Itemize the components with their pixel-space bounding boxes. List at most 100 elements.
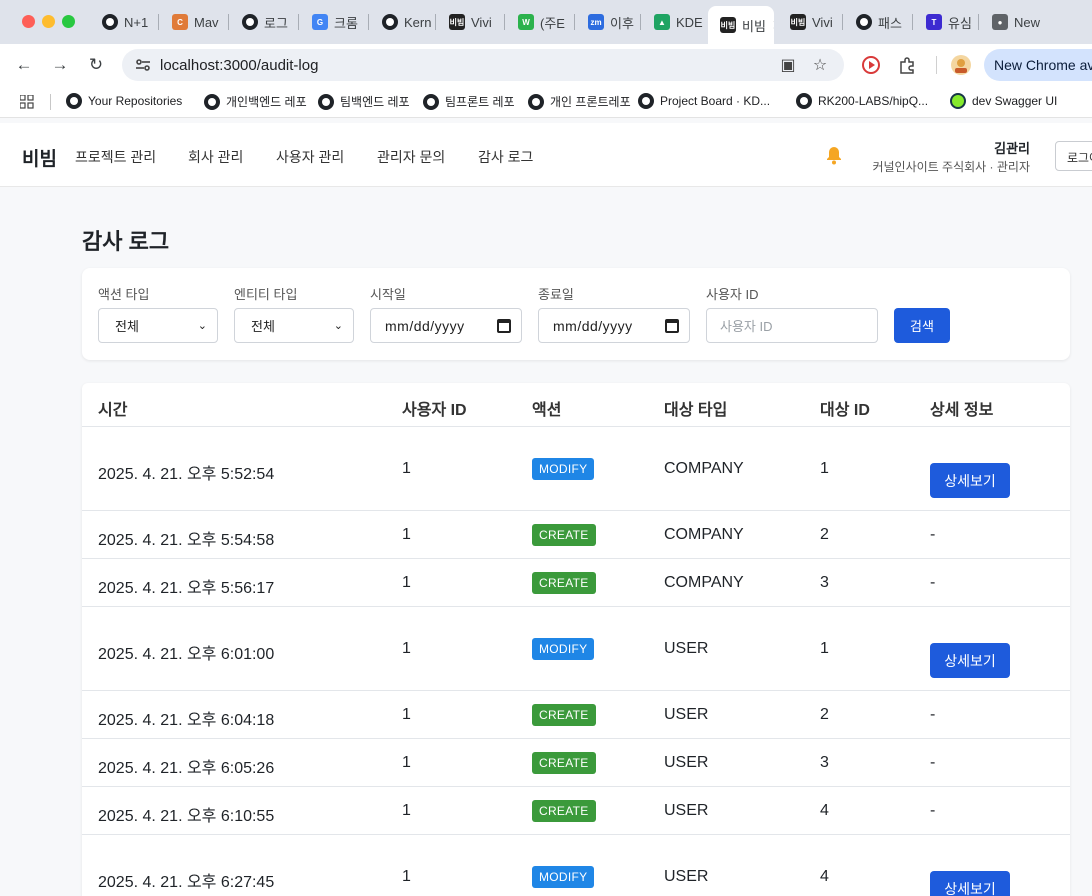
profile-avatar[interactable] — [950, 54, 972, 76]
browser-tab[interactable]: 비빔 비빔 ✕ — [708, 6, 774, 44]
browser-toolbar: ← → ↻ localhost:3000/audit-log ▣ ☆ New C… — [0, 44, 1092, 86]
browser-tab[interactable]: T 유심 — [914, 6, 978, 38]
browser-tab[interactable]: W (주E — [506, 6, 574, 38]
calendar-icon[interactable] — [665, 318, 679, 333]
bookmark-label: 팀프론트 레포 — [445, 95, 515, 109]
action-badge: MODIFY — [532, 638, 595, 660]
github-icon — [638, 93, 654, 109]
cell-time: 2025. 4. 21. 오후 6:01:00 — [98, 646, 275, 663]
cell-time: 2025. 4. 21. 오후 5:56:17 — [98, 580, 275, 597]
end-date-value: mm/dd/yyyy — [553, 317, 633, 334]
browser-tab[interactable]: 비빔 Vivi — [778, 6, 842, 38]
nav-admin-inquiry[interactable]: 관리자 문의 — [377, 147, 445, 167]
detail-button[interactable]: 상세보기 — [930, 871, 1010, 896]
action-badge: CREATE — [532, 572, 596, 594]
bookmarks-bar: Your Repositories 개인백엔드 레포 팀백엔드 레포 팀프론트 레포 개… — [0, 86, 1092, 118]
cell-detail-empty: - — [930, 754, 936, 771]
cell-detail-empty: - — [930, 526, 936, 543]
bookmark-star-icon[interactable]: ☆ — [810, 55, 830, 75]
bookmark-item[interactable]: 개인백엔드 레포 — [204, 93, 307, 110]
close-tab-icon[interactable]: ✕ — [772, 17, 774, 34]
detail-button[interactable]: 상세보기 — [930, 463, 1010, 498]
browser-tab[interactable]: C Mav — [160, 6, 228, 38]
bookmark-item[interactable]: Your Repositories — [66, 93, 182, 109]
bookmark-label: Your Repositories — [88, 94, 183, 108]
browser-tab[interactable]: 비빔 Vivi — [437, 6, 505, 38]
zoom-window-button[interactable] — [62, 15, 75, 28]
nav-company-management[interactable]: 회사 관리 — [188, 147, 243, 167]
notification-bell-icon[interactable] — [825, 145, 843, 165]
minimize-window-button[interactable] — [42, 15, 55, 28]
record-extension-icon[interactable] — [860, 54, 882, 76]
new-chrome-available-button[interactable]: New Chrome ava — [984, 49, 1092, 81]
table-header: 시간 사용자 ID 액션 대상 타입 대상 ID 상세 정보 — [82, 383, 1070, 427]
header-target-id: 대상 ID — [820, 402, 870, 419]
forward-arrow-icon[interactable]: → — [48, 53, 72, 77]
search-button[interactable]: 검색 — [894, 308, 950, 343]
app-header: 비빔 프로젝트 관리 회사 관리 사용자 관리 관리자 문의 감사 로그 김관리… — [0, 123, 1092, 187]
bookmark-item[interactable]: 팀백엔드 레포 — [318, 93, 410, 110]
vivi-icon: 비빔 — [720, 17, 736, 33]
tab-divider — [912, 14, 913, 30]
end-date-input[interactable]: mm/dd/yyyy — [538, 308, 690, 343]
action-type-select[interactable]: 전체 ⌄ — [98, 308, 218, 343]
browser-tab-label: 유심 — [948, 15, 972, 31]
browser-tab[interactable]: G 크롬 — [300, 6, 368, 38]
nav-user-management[interactable]: 사용자 관리 — [276, 147, 344, 167]
bookmark-item[interactable]: dev Swagger UI — [950, 93, 1057, 109]
cell-user-id: 1 — [402, 526, 411, 543]
action-badge: CREATE — [532, 752, 596, 774]
github-icon — [102, 14, 118, 30]
browser-tab-label: 크롬 — [334, 15, 358, 31]
cell-target-type: USER — [664, 706, 709, 723]
header-detail: 상세 정보 — [930, 402, 994, 419]
user-name: 김관리 — [994, 141, 1030, 156]
bookmark-item[interactable]: 팀프론트 레포 — [423, 93, 515, 110]
nav-audit-log[interactable]: 감사 로그 — [478, 147, 533, 167]
github-icon — [318, 93, 334, 110]
browser-tab[interactable]: Kern — [370, 6, 436, 38]
back-arrow-icon[interactable]: ← — [12, 53, 36, 77]
nav-project-management[interactable]: 프로젝트 관리 — [75, 147, 156, 167]
browser-tab[interactable]: ▲ KDE — [642, 6, 706, 38]
brand-logo[interactable]: 비빔 — [22, 144, 57, 171]
url-text[interactable]: localhost:3000/audit-log — [160, 57, 318, 74]
table-row: 2025. 4. 21. 오후 5:52:54 1 MODIFY COMPANY 1 상세… — [82, 427, 1070, 511]
browser-tab-strip: N+1CMav로그G크롬Kern비빔ViviW(주Ezm이후▲KDE비빔비빔✕비… — [0, 0, 1092, 44]
filter-panel: 액션 타입 전체 ⌄ 엔티티 타입 전체 ⌄ 시작일 mm/dd/yyyy 종료… — [82, 268, 1070, 360]
start-date-value: mm/dd/yyyy — [385, 317, 465, 334]
browser-tab[interactable]: ● New — [980, 6, 1060, 38]
browser-tab[interactable]: N+1 — [90, 6, 158, 38]
bookmark-item[interactable]: RK200-LABS/hipQ... — [796, 93, 928, 109]
user-organization: 커널인사이트 주식회사 · 관리자 — [872, 160, 1030, 174]
google-icon: G — [312, 14, 328, 30]
cell-user-id: 1 — [402, 802, 411, 819]
detail-button[interactable]: 상세보기 — [930, 643, 1010, 678]
reload-icon[interactable]: ↻ — [84, 53, 108, 77]
close-window-button[interactable] — [22, 15, 35, 28]
audit-log-table: 시간 사용자 ID 액션 대상 타입 대상 ID 상세 정보 2025. 4. … — [82, 383, 1070, 896]
action-badge: CREATE — [532, 704, 596, 726]
logout-button[interactable]: 로그아웃 — [1055, 141, 1092, 171]
browser-tab[interactable]: 로그 — [230, 6, 298, 38]
browser-tab-label: N+1 — [124, 14, 149, 30]
calendar-icon[interactable] — [497, 318, 511, 333]
apps-grid-icon[interactable] — [19, 94, 34, 114]
c-icon: C — [172, 14, 188, 30]
browser-tab[interactable]: zm 이후 — [576, 6, 640, 38]
github-icon — [528, 93, 544, 110]
site-info-icon[interactable] — [134, 56, 152, 74]
install-app-icon[interactable]: ▣ — [778, 55, 798, 75]
start-date-input[interactable]: mm/dd/yyyy — [370, 308, 522, 343]
cell-user-id: 1 — [402, 460, 411, 477]
tab-divider — [298, 14, 299, 30]
user-id-input[interactable]: 사용자 ID — [706, 308, 878, 343]
extensions-puzzle-icon[interactable] — [896, 54, 918, 76]
bookmark-item[interactable]: 개인 프론트레포 — [528, 93, 631, 110]
cell-target-type: USER — [664, 802, 709, 819]
address-bar[interactable]: localhost:3000/audit-log ▣ ☆ — [122, 49, 844, 81]
browser-tab[interactable]: 패스 — [844, 6, 912, 38]
bookmark-item[interactable]: Project Board · KD... — [638, 93, 770, 109]
entity-type-select[interactable]: 전체 ⌄ — [234, 308, 354, 343]
browser-tab-label: Vivi — [812, 14, 833, 30]
